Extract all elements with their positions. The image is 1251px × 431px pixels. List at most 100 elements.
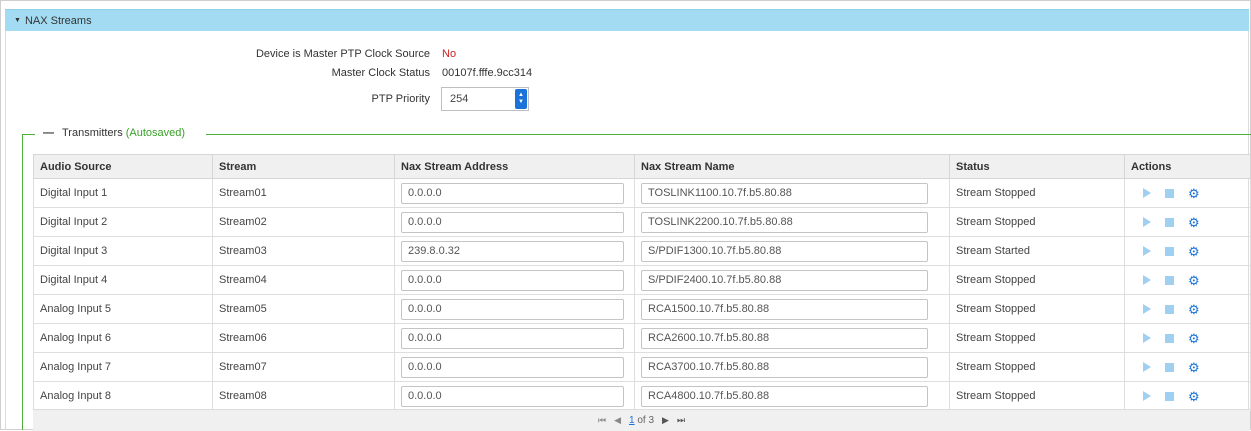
stream-name-input[interactable]: RCA3700.10.7f.b5.80.88 (641, 356, 928, 378)
col-stream[interactable]: Stream (212, 154, 395, 179)
play-icon[interactable] (1143, 188, 1151, 198)
stop-icon[interactable] (1165, 217, 1174, 227)
actions-cell: ⚙ (1124, 236, 1251, 266)
col-status[interactable]: Status (949, 154, 1125, 179)
prev-page-icon[interactable]: ◀ (614, 415, 621, 426)
col-audio-source[interactable]: Audio Source (33, 154, 213, 179)
stream-cell: Stream07 (212, 352, 395, 382)
ptp-priority-value[interactable]: 254 (450, 93, 468, 105)
stream-cell: Stream06 (212, 323, 395, 353)
stop-icon[interactable] (1165, 391, 1174, 401)
table-row: Digital Input 3 Stream03 239.8.0.32 S/PDIF1… (33, 236, 1251, 266)
stream-name-input[interactable]: RCA1500.10.7f.b5.80.88 (641, 298, 928, 320)
table-row: Digital Input 4 Stream04 0.0.0.0 S/PDIF2400… (33, 265, 1251, 295)
address-input[interactable]: 0.0.0.0 (401, 211, 624, 233)
col-address[interactable]: Nax Stream Address (394, 154, 635, 179)
name-cell: S/PDIF2400.10.7f.b5.80.88 (634, 265, 950, 295)
stop-icon[interactable] (1165, 246, 1174, 256)
fieldset-top-right (206, 134, 1251, 135)
address-input[interactable]: 0.0.0.0 (401, 327, 624, 349)
actions-cell: ⚙ (1124, 352, 1251, 382)
last-page-icon[interactable]: ⏭ (677, 415, 685, 426)
current-page[interactable]: 1 (629, 415, 635, 426)
ptp-priority-spinner[interactable]: 254 ▲ ▼ (441, 87, 529, 111)
address-input[interactable]: 239.8.0.32 (401, 240, 624, 262)
stream-name-input[interactable]: TOSLINK2200.10.7f.b5.80.88 (641, 211, 928, 233)
stop-icon[interactable] (1165, 362, 1174, 372)
play-icon[interactable] (1143, 217, 1151, 227)
table-row: Analog Input 7 Stream07 0.0.0.0 RCA3700.10.… (33, 352, 1251, 382)
col-name[interactable]: Nax Stream Name (634, 154, 950, 179)
stream-cell: Stream05 (212, 294, 395, 324)
address-cell: 0.0.0.0 (394, 265, 635, 295)
actions-cell: ⚙ (1124, 178, 1251, 208)
play-icon[interactable] (1143, 391, 1151, 401)
section-title: NAX Streams (24, 14, 92, 27)
address-cell: 0.0.0.0 (394, 294, 635, 324)
stream-cell: Stream02 (212, 207, 395, 237)
table-row: Analog Input 5 Stream05 0.0.0.0 RCA1500.10.… (33, 294, 1251, 324)
address-cell: 239.8.0.32 (394, 236, 635, 266)
stream-cell: Stream08 (212, 381, 395, 411)
stop-icon[interactable] (1165, 304, 1174, 314)
address-input[interactable]: 0.0.0.0 (401, 385, 624, 407)
spinner-buttons[interactable]: ▲ ▼ (515, 89, 527, 109)
address-input[interactable]: 0.0.0.0 (401, 182, 624, 204)
pager: ⏮ ◀ 1 of 3 ▶ ⏭ (33, 409, 1250, 431)
play-icon[interactable] (1143, 362, 1151, 372)
fieldset-top-left (22, 134, 35, 135)
address-cell: 0.0.0.0 (394, 323, 635, 353)
name-cell: S/PDIF1300.10.7f.b5.80.88 (634, 236, 950, 266)
name-cell: RCA4800.10.7f.b5.80.88 (634, 381, 950, 411)
gear-icon[interactable]: ⚙ (1188, 216, 1200, 229)
status-cell: Stream Stopped (949, 381, 1125, 411)
stop-icon[interactable] (1165, 275, 1174, 285)
play-icon[interactable] (1143, 304, 1151, 314)
address-input[interactable]: 0.0.0.0 (401, 298, 624, 320)
first-page-icon[interactable]: ⏮ (598, 415, 606, 426)
ptp-master-row: Device is Master PTP Clock Source No (0, 48, 456, 60)
audio-source-cell: Digital Input 1 (33, 178, 213, 208)
play-icon[interactable] (1143, 246, 1151, 256)
autosaved-label: (Autosaved) (125, 127, 186, 139)
audio-source-cell: Analog Input 6 (33, 323, 213, 353)
table-row: Analog Input 8 Stream08 0.0.0.0 RCA4800.10.… (33, 381, 1251, 411)
table-header-row: Audio Source Stream Nax Stream Address N… (33, 154, 1251, 179)
gear-icon[interactable]: ⚙ (1188, 245, 1200, 258)
play-icon[interactable] (1143, 333, 1151, 343)
stream-name-input[interactable]: S/PDIF2400.10.7f.b5.80.88 (641, 269, 928, 291)
next-page-icon[interactable]: ▶ (662, 415, 669, 426)
stop-icon[interactable] (1165, 188, 1174, 198)
spinner-up-icon[interactable]: ▲ (518, 92, 524, 99)
address-cell: 0.0.0.0 (394, 178, 635, 208)
status-cell: Stream Stopped (949, 323, 1125, 353)
spinner-down-icon[interactable]: ▼ (518, 99, 524, 106)
status-cell: Stream Stopped (949, 207, 1125, 237)
audio-source-cell: Digital Input 2 (33, 207, 213, 237)
gear-icon[interactable]: ⚙ (1188, 274, 1200, 287)
stream-name-input[interactable]: TOSLINK1100.10.7f.b5.80.88 (641, 182, 928, 204)
stream-cell: Stream03 (212, 236, 395, 266)
stream-name-input[interactable]: RCA2600.10.7f.b5.80.88 (641, 327, 928, 349)
address-input[interactable]: 0.0.0.0 (401, 269, 624, 291)
address-input[interactable]: 0.0.0.0 (401, 356, 624, 378)
audio-source-cell: Analog Input 7 (33, 352, 213, 382)
gear-icon[interactable]: ⚙ (1188, 390, 1200, 403)
collapse-minus-icon[interactable]: — (43, 127, 54, 139)
stream-name-input[interactable]: RCA4800.10.7f.b5.80.88 (641, 385, 928, 407)
stream-name-input[interactable]: S/PDIF1300.10.7f.b5.80.88 (641, 240, 928, 262)
address-cell: 0.0.0.0 (394, 352, 635, 382)
gear-icon[interactable]: ⚙ (1188, 187, 1200, 200)
audio-source-cell: Digital Input 3 (33, 236, 213, 266)
gear-icon[interactable]: ⚙ (1188, 332, 1200, 345)
stop-icon[interactable] (1165, 333, 1174, 343)
play-icon[interactable] (1143, 275, 1151, 285)
nax-streams-header[interactable]: ▼ NAX Streams (5, 9, 1249, 31)
name-cell: TOSLINK1100.10.7f.b5.80.88 (634, 178, 950, 208)
gear-icon[interactable]: ⚙ (1188, 361, 1200, 374)
collapse-caret-icon[interactable]: ▼ (14, 17, 21, 24)
actions-cell: ⚙ (1124, 381, 1251, 411)
gear-icon[interactable]: ⚙ (1188, 303, 1200, 316)
actions-cell: ⚙ (1124, 265, 1251, 295)
status-cell: Stream Stopped (949, 294, 1125, 324)
